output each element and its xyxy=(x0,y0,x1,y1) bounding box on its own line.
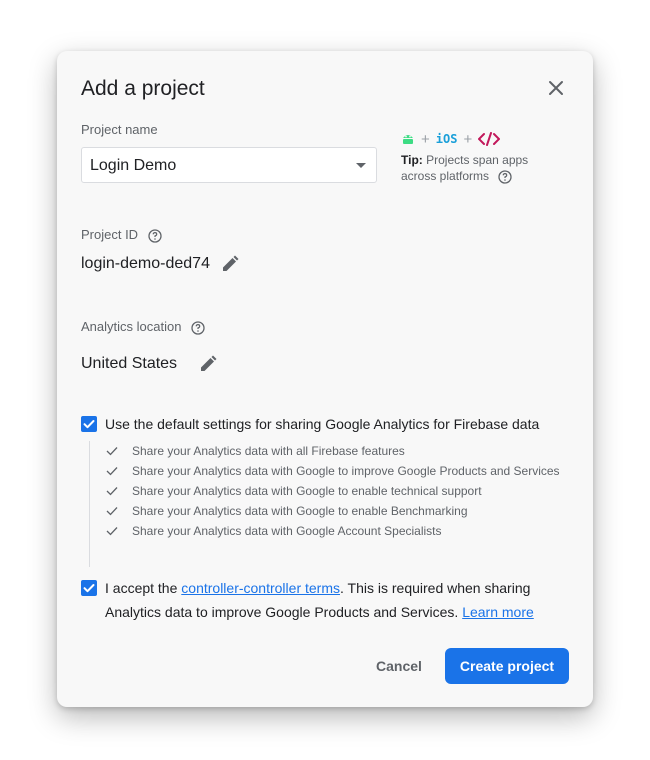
accept-terms-checkbox[interactable] xyxy=(81,580,97,596)
list-item: Share your Analytics data with Google to… xyxy=(106,481,482,501)
terms-line2: Analytics data to improve Google Product… xyxy=(105,604,463,620)
default-settings-label: Use the default settings for sharing Goo… xyxy=(105,416,540,432)
checkmark-icon xyxy=(83,584,95,593)
web-code-icon xyxy=(478,132,501,146)
plus-separator: + xyxy=(463,130,473,148)
terms-prefix: I accept the xyxy=(105,580,182,596)
platform-icons: + iOS + xyxy=(401,130,501,148)
close-icon[interactable] xyxy=(545,77,567,99)
learn-more-link[interactable]: Learn more xyxy=(462,604,534,620)
list-item: Share your Analytics data with Google Ac… xyxy=(106,521,442,541)
analytics-location-value: United States xyxy=(81,355,178,372)
add-project-dialog: Add a project Project name Login Demo + … xyxy=(57,51,593,707)
project-id-label: Project ID xyxy=(81,227,162,243)
list-item-text: Share your Analytics data with Google to… xyxy=(132,464,560,478)
plus-separator: + xyxy=(421,130,430,148)
chevron-down-icon xyxy=(356,163,366,168)
help-icon[interactable] xyxy=(148,228,162,243)
analytics-location-label: Analytics location xyxy=(81,319,205,335)
cancel-button[interactable]: Cancel xyxy=(365,650,433,682)
help-icon[interactable] xyxy=(191,320,205,335)
edit-project-id-icon[interactable] xyxy=(220,254,240,274)
accept-terms-text: I accept the controller-controller terms… xyxy=(105,576,545,624)
android-icon xyxy=(403,135,413,144)
project-id-value: login-demo-ded74 xyxy=(81,255,210,272)
sharing-list: Share your Analytics data with all Fireb… xyxy=(89,441,570,567)
check-icon xyxy=(106,447,118,456)
tip-label: Tip: xyxy=(401,153,423,167)
project-name-label: Project name xyxy=(81,122,158,137)
dialog-title: Add a project xyxy=(81,77,205,100)
project-name-value: Login Demo xyxy=(90,157,177,174)
check-icon xyxy=(106,487,118,496)
list-item-text: Share your Analytics data with Google Ac… xyxy=(132,524,442,538)
list-item-text: Share your Analytics data with all Fireb… xyxy=(132,444,405,458)
terms-suffix: . This is required when sharing xyxy=(340,580,531,596)
list-item-text: Share your Analytics data with Google to… xyxy=(132,484,482,498)
ios-icon: iOS xyxy=(435,132,458,146)
list-item: Share your Analytics data with Google to… xyxy=(106,501,468,521)
list-item-text: Share your Analytics data with Google to… xyxy=(132,504,468,518)
create-project-button[interactable]: Create project xyxy=(445,648,569,684)
checkmark-icon xyxy=(83,420,95,429)
default-settings-checkbox[interactable] xyxy=(81,416,97,432)
list-item: Share your Analytics data with all Fireb… xyxy=(106,441,405,461)
edit-location-icon[interactable] xyxy=(198,354,218,374)
check-icon xyxy=(106,467,118,476)
check-icon xyxy=(106,527,118,536)
tip-text: Tip: Projects span apps across platforms xyxy=(401,152,541,184)
analytics-location-label-text: Analytics location xyxy=(81,319,182,334)
project-name-select[interactable]: Login Demo xyxy=(81,147,377,183)
project-id-label-text: Project ID xyxy=(81,227,139,242)
check-icon xyxy=(106,507,118,516)
controller-terms-link[interactable]: controller-controller terms xyxy=(181,580,340,596)
help-icon[interactable] xyxy=(498,170,513,184)
list-item: Share your Analytics data with Google to… xyxy=(106,461,560,481)
